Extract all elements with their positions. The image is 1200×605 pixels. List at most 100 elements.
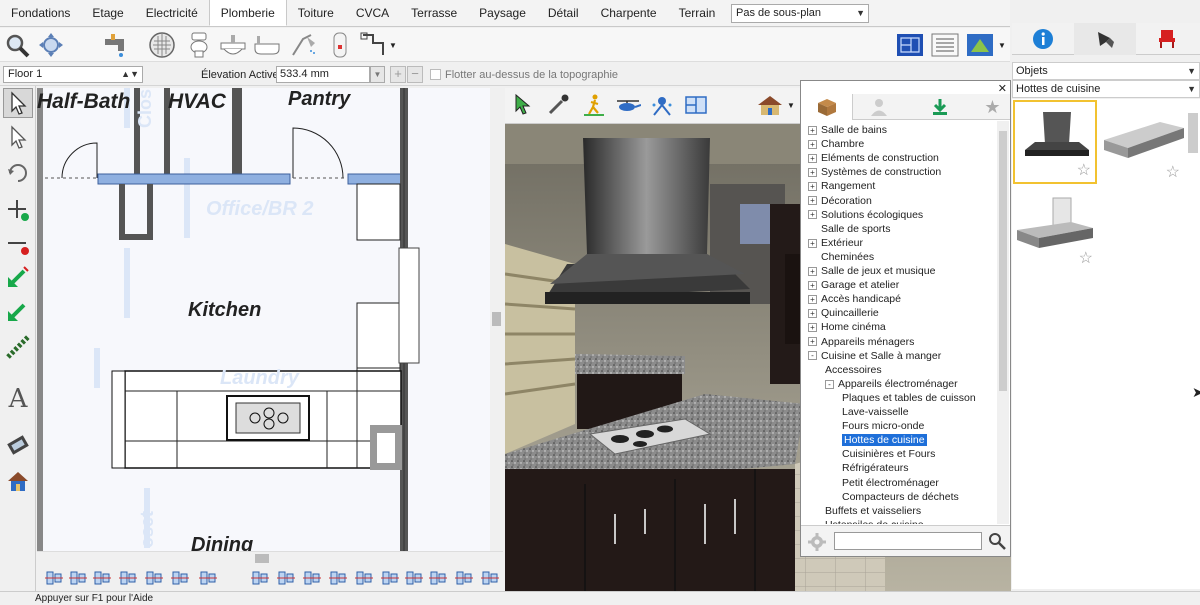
- plan-vertical-scrollbar[interactable]: [490, 88, 503, 551]
- align-tool-icon[interactable]: [145, 569, 163, 587]
- plus-icon[interactable]: +: [390, 66, 406, 83]
- pipe-tool-icon[interactable]: [358, 30, 388, 60]
- pan-hand-icon[interactable]: [36, 30, 66, 60]
- download-icon[interactable]: [905, 94, 975, 120]
- chevron-down-icon[interactable]: ▼: [995, 30, 1009, 60]
- category-select[interactable]: Hottes de cuisine ▼: [1012, 80, 1200, 98]
- pen-tool-icon[interactable]: [1074, 23, 1136, 55]
- house-icon[interactable]: [755, 90, 785, 120]
- range-hood-thumbnail[interactable]: ☆: [1100, 100, 1184, 184]
- tree-item[interactable]: + Systèmes de construction: [808, 165, 941, 179]
- floor-select[interactable]: Floor 1 ▲▼: [3, 66, 143, 83]
- select-arrow-icon[interactable]: [3, 88, 33, 118]
- search-icon[interactable]: [988, 532, 1006, 553]
- range-hood-thumbnail[interactable]: ☆: [1013, 100, 1097, 184]
- move-green-arrow-icon[interactable]: [3, 296, 33, 326]
- tab-toiture[interactable]: Toiture: [287, 0, 345, 26]
- tree-item[interactable]: - Appareils électroménager: [825, 377, 958, 391]
- house-icon[interactable]: [3, 466, 33, 496]
- align-tool-icon[interactable]: [481, 569, 499, 587]
- minus-icon[interactable]: −: [407, 66, 423, 83]
- expand-icon[interactable]: +: [808, 266, 817, 276]
- helicopter-icon[interactable]: [613, 90, 643, 120]
- scrollbar-thumb[interactable]: [255, 554, 269, 563]
- tree-item[interactable]: + Chambre: [808, 137, 864, 151]
- add-point-icon[interactable]: [3, 194, 33, 224]
- tree-item[interactable]: Plaques et tables de cuisson: [842, 391, 976, 405]
- elevation-input[interactable]: 533.4 mm: [276, 66, 370, 83]
- align-tool-icon[interactable]: [277, 569, 295, 587]
- toilet-icon[interactable]: [184, 30, 214, 60]
- zoom-icon[interactable]: [2, 30, 32, 60]
- star-icon[interactable]: ☆: [1079, 248, 1093, 268]
- film-strip-icon[interactable]: [3, 430, 33, 460]
- tree-item[interactable]: + Extérieur: [808, 236, 863, 250]
- remove-point-icon[interactable]: [3, 230, 33, 260]
- chevron-down-icon[interactable]: ▼: [385, 30, 401, 60]
- bathtub-icon[interactable]: [252, 30, 282, 60]
- align-tool-icon[interactable]: [119, 569, 137, 587]
- align-tool-icon[interactable]: [69, 569, 87, 587]
- align-tool-icon[interactable]: [381, 569, 399, 587]
- water-heater-icon[interactable]: [325, 30, 355, 60]
- tab-etage[interactable]: Etage: [81, 0, 134, 26]
- tree-item[interactable]: Salle de sports: [808, 222, 890, 236]
- expand-icon[interactable]: +: [808, 153, 817, 163]
- walkthrough-icon[interactable]: [579, 90, 609, 120]
- tree-item[interactable]: Accessoires: [825, 363, 882, 377]
- tree-item[interactable]: Compacteurs de déchets: [842, 490, 959, 504]
- expand-icon[interactable]: +: [808, 139, 817, 149]
- tree-item[interactable]: + Eléments de construction: [808, 151, 939, 165]
- expand-icon[interactable]: +: [808, 238, 817, 248]
- expand-icon[interactable]: +: [808, 309, 817, 319]
- room-layout-icon[interactable]: [681, 90, 711, 120]
- sprinkler-icon[interactable]: [647, 90, 677, 120]
- align-tool-icon[interactable]: [93, 569, 111, 587]
- move-green-arrow-icon[interactable]: [3, 262, 33, 292]
- tree-item[interactable]: Lave-vaisselle: [842, 405, 909, 419]
- tree-item[interactable]: Fours micro-onde: [842, 419, 924, 433]
- select-arrow-icon[interactable]: [509, 90, 539, 120]
- expand-icon[interactable]: +: [808, 280, 817, 290]
- tree-item[interactable]: + Salle de jeux et musique: [808, 264, 935, 278]
- objects-select[interactable]: Objets ▼: [1012, 62, 1200, 80]
- tree-item[interactable]: Hottes de cuisine: [842, 433, 927, 447]
- scrollbar-thumb[interactable]: [492, 312, 501, 326]
- tree-item[interactable]: + Salle de bains: [808, 123, 887, 137]
- align-tool-icon[interactable]: [405, 569, 423, 587]
- align-tool-icon[interactable]: [355, 569, 373, 587]
- star-icon[interactable]: ☆: [1166, 162, 1180, 182]
- library-search-input[interactable]: [834, 532, 982, 550]
- library-scrollbar[interactable]: [997, 121, 1009, 524]
- drain-grate-icon[interactable]: [147, 30, 177, 60]
- expand-icon[interactable]: +: [808, 182, 817, 192]
- elevation-view-icon[interactable]: [930, 30, 960, 60]
- tree-item[interactable]: + Home cinéma: [808, 320, 886, 334]
- plan-horizontal-scrollbar[interactable]: [37, 551, 503, 565]
- user-icon[interactable]: [853, 94, 905, 120]
- 3d-view-icon[interactable]: [965, 30, 995, 60]
- tree-item[interactable]: - Cuisine et Salle à manger: [808, 349, 941, 363]
- tab-d-tail[interactable]: Détail: [537, 0, 590, 26]
- scrollbar-thumb[interactable]: [999, 131, 1007, 391]
- tree-item[interactable]: Petit électroménager: [842, 476, 939, 490]
- collapse-icon[interactable]: -: [825, 379, 834, 389]
- align-tool-icon[interactable]: [199, 569, 217, 587]
- scrollbar-thumb[interactable]: [1188, 113, 1198, 153]
- eyedropper-icon[interactable]: [543, 90, 573, 120]
- expand-icon[interactable]: +: [808, 323, 817, 333]
- align-tool-icon[interactable]: [171, 569, 189, 587]
- tree-item[interactable]: Cheminées: [808, 250, 874, 264]
- chair-icon[interactable]: [1136, 23, 1198, 55]
- align-tool-icon[interactable]: [303, 569, 321, 587]
- star-icon[interactable]: ★: [975, 94, 1010, 120]
- tree-item[interactable]: + Solutions écologiques: [808, 208, 923, 222]
- tree-item[interactable]: + Quincaillerie: [808, 306, 879, 320]
- tree-item[interactable]: Réfrigérateurs: [842, 461, 909, 475]
- tab-cvca[interactable]: CVCA: [345, 0, 400, 26]
- tree-item[interactable]: + Appareils ménagers: [808, 335, 914, 349]
- tab-terrain[interactable]: Terrain: [668, 0, 727, 26]
- expand-icon[interactable]: +: [808, 337, 817, 347]
- tab-paysage[interactable]: Paysage: [468, 0, 537, 26]
- float-checkbox[interactable]: [430, 69, 441, 80]
